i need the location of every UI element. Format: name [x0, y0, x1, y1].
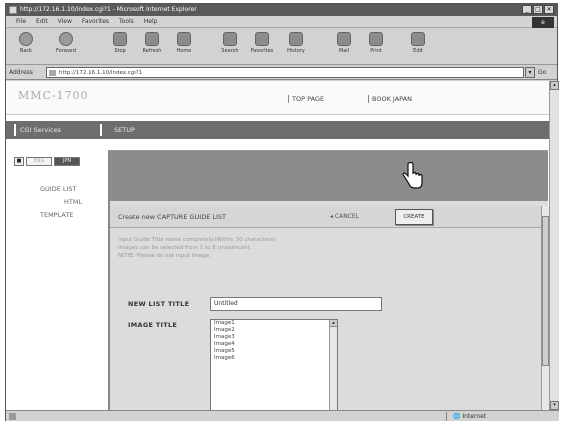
- frame-banner: [110, 151, 548, 201]
- note-line: NOTE: Please do not input Image.: [118, 253, 211, 259]
- sidebar-item-guide-list[interactable]: GUIDE LIST: [40, 185, 77, 193]
- search-icon: [223, 32, 237, 46]
- menu-tools[interactable]: Tools: [119, 18, 134, 25]
- tab-cgi-services[interactable]: CGI Services: [14, 124, 102, 136]
- home-icon: [177, 32, 191, 46]
- create-button[interactable]: CREATE: [395, 209, 433, 225]
- list-item[interactable]: Image2: [211, 327, 337, 334]
- title-bar: http://172.16.1.10/index.cgi?1 - Microso…: [6, 4, 557, 16]
- note-line: Images can be selected from 1 to 8 (maxi…: [118, 245, 252, 251]
- image-title-listbox[interactable]: Image1 Image2 Image3 Image4 Image5 Image…: [210, 319, 338, 410]
- stop-button[interactable]: Stop: [106, 32, 134, 54]
- frame-scrollbar[interactable]: [541, 206, 549, 410]
- stop-icon: [113, 32, 127, 46]
- form-heading: Create new CAPTURE GUIDE LIST: [118, 213, 227, 221]
- lang-square-button[interactable]: ■: [14, 157, 24, 166]
- forward-button[interactable]: Forward: [52, 32, 80, 54]
- mail-button[interactable]: Mail: [330, 32, 358, 54]
- ie-logo-icon: e: [532, 17, 554, 28]
- tab-setup[interactable]: SETUP: [110, 124, 135, 136]
- hand-cursor-icon: [402, 162, 423, 189]
- list-item[interactable]: Image1: [211, 320, 337, 327]
- status-bar: 🌐 Internet: [6, 410, 559, 421]
- list-item[interactable]: Image3: [211, 334, 337, 341]
- image-title-label: IMAGE TITLE: [128, 321, 178, 329]
- main-frame: Create new CAPTURE GUIDE LIST ◂ CANCEL C…: [108, 150, 549, 410]
- refresh-icon: [145, 32, 159, 46]
- security-zone: 🌐 Internet: [446, 412, 486, 421]
- language-switcher: ■ ENG JPN: [14, 157, 80, 166]
- maximize-button[interactable]: □: [533, 5, 543, 14]
- favorites-button[interactable]: Favorites: [248, 32, 276, 54]
- window-controls: _ □ ✕: [522, 5, 554, 14]
- lang-jpn-button[interactable]: JPN: [54, 157, 80, 166]
- menu-view[interactable]: View: [58, 18, 72, 25]
- page-icon: [49, 70, 56, 76]
- menu-help[interactable]: Help: [144, 18, 158, 25]
- menu-file[interactable]: File: [16, 18, 26, 25]
- top-page-link[interactable]: TOP PAGE: [288, 95, 324, 103]
- edit-icon: [411, 32, 425, 46]
- cancel-button[interactable]: ◂ CANCEL: [330, 213, 359, 220]
- search-button[interactable]: Search: [216, 32, 244, 54]
- history-icon: [289, 32, 303, 46]
- site-nav-bar: CGI Services SETUP: [6, 121, 549, 139]
- form-header-bar: Create new CAPTURE GUIDE LIST ◂ CANCEL C…: [110, 206, 548, 228]
- address-dropdown-button[interactable]: ▾: [525, 67, 535, 78]
- form-notes: Input Guide Title name completely.(Withi…: [118, 236, 276, 260]
- address-bar: Address http://172.16.1.10/index.cgi?1 ▾…: [6, 66, 557, 80]
- note-line: Input Guide Title name completely.(Withi…: [118, 237, 276, 243]
- print-button[interactable]: Print: [362, 32, 390, 54]
- lang-eng-button[interactable]: ENG: [26, 157, 52, 166]
- scroll-down-button[interactable]: ▾: [550, 401, 559, 410]
- page-viewport: MMC-1700 TOP PAGE BOOK JAPAN CGI Service…: [6, 81, 549, 410]
- back-arrow-icon: [19, 32, 33, 46]
- frame-scroll-thumb[interactable]: [542, 216, 549, 366]
- minimize-button[interactable]: _: [522, 5, 532, 14]
- address-label: Address: [9, 69, 33, 76]
- menu-bar: File Edit View Favorites Tools Help: [6, 16, 557, 28]
- site-header: MMC-1700 TOP PAGE BOOK JAPAN: [6, 81, 549, 115]
- address-input[interactable]: http://172.16.1.10/index.cgi?1: [46, 67, 524, 78]
- refresh-button[interactable]: Refresh: [138, 32, 166, 54]
- mail-icon: [337, 32, 351, 46]
- forward-arrow-icon: [59, 32, 73, 46]
- print-icon: [369, 32, 383, 46]
- list-item[interactable]: Image6: [211, 355, 337, 362]
- window-title: http://172.16.1.10/index.cgi?1 - Microso…: [20, 6, 197, 13]
- new-list-title-input[interactable]: Untitled: [210, 297, 382, 311]
- edit-button[interactable]: Edit: [404, 32, 432, 54]
- browser-window: http://172.16.1.10/index.cgi?1 - Microso…: [5, 3, 559, 421]
- menu-favorites[interactable]: Favorites: [82, 18, 109, 25]
- scroll-up-icon[interactable]: ▴: [330, 320, 337, 327]
- page-scrollbar[interactable]: ▴ ▾: [549, 81, 559, 410]
- book-japan-link[interactable]: BOOK JAPAN: [368, 95, 412, 103]
- browser-toolbar: Back Forward Stop Refresh Home Search Fa…: [6, 29, 557, 65]
- ie-app-icon: [9, 6, 17, 14]
- home-button[interactable]: Home: [170, 32, 198, 54]
- new-list-title-label: NEW LIST TITLE: [128, 300, 190, 308]
- menu-edit[interactable]: Edit: [36, 18, 48, 25]
- favorites-icon: [255, 32, 269, 46]
- page-status-icon: [9, 413, 16, 420]
- history-button[interactable]: History: [282, 32, 310, 54]
- site-logo: MMC-1700: [18, 89, 89, 102]
- listbox-scrollbar[interactable]: ▴: [329, 320, 337, 410]
- sidebar-item-html[interactable]: HTML: [64, 198, 82, 206]
- close-button[interactable]: ✕: [544, 5, 554, 14]
- scroll-up-button[interactable]: ▴: [550, 81, 559, 90]
- back-button[interactable]: Back: [12, 32, 40, 54]
- list-item[interactable]: Image5: [211, 348, 337, 355]
- list-item[interactable]: Image4: [211, 341, 337, 348]
- sidebar-item-template[interactable]: TEMPLATE: [40, 211, 73, 219]
- go-button[interactable]: Go: [538, 69, 546, 76]
